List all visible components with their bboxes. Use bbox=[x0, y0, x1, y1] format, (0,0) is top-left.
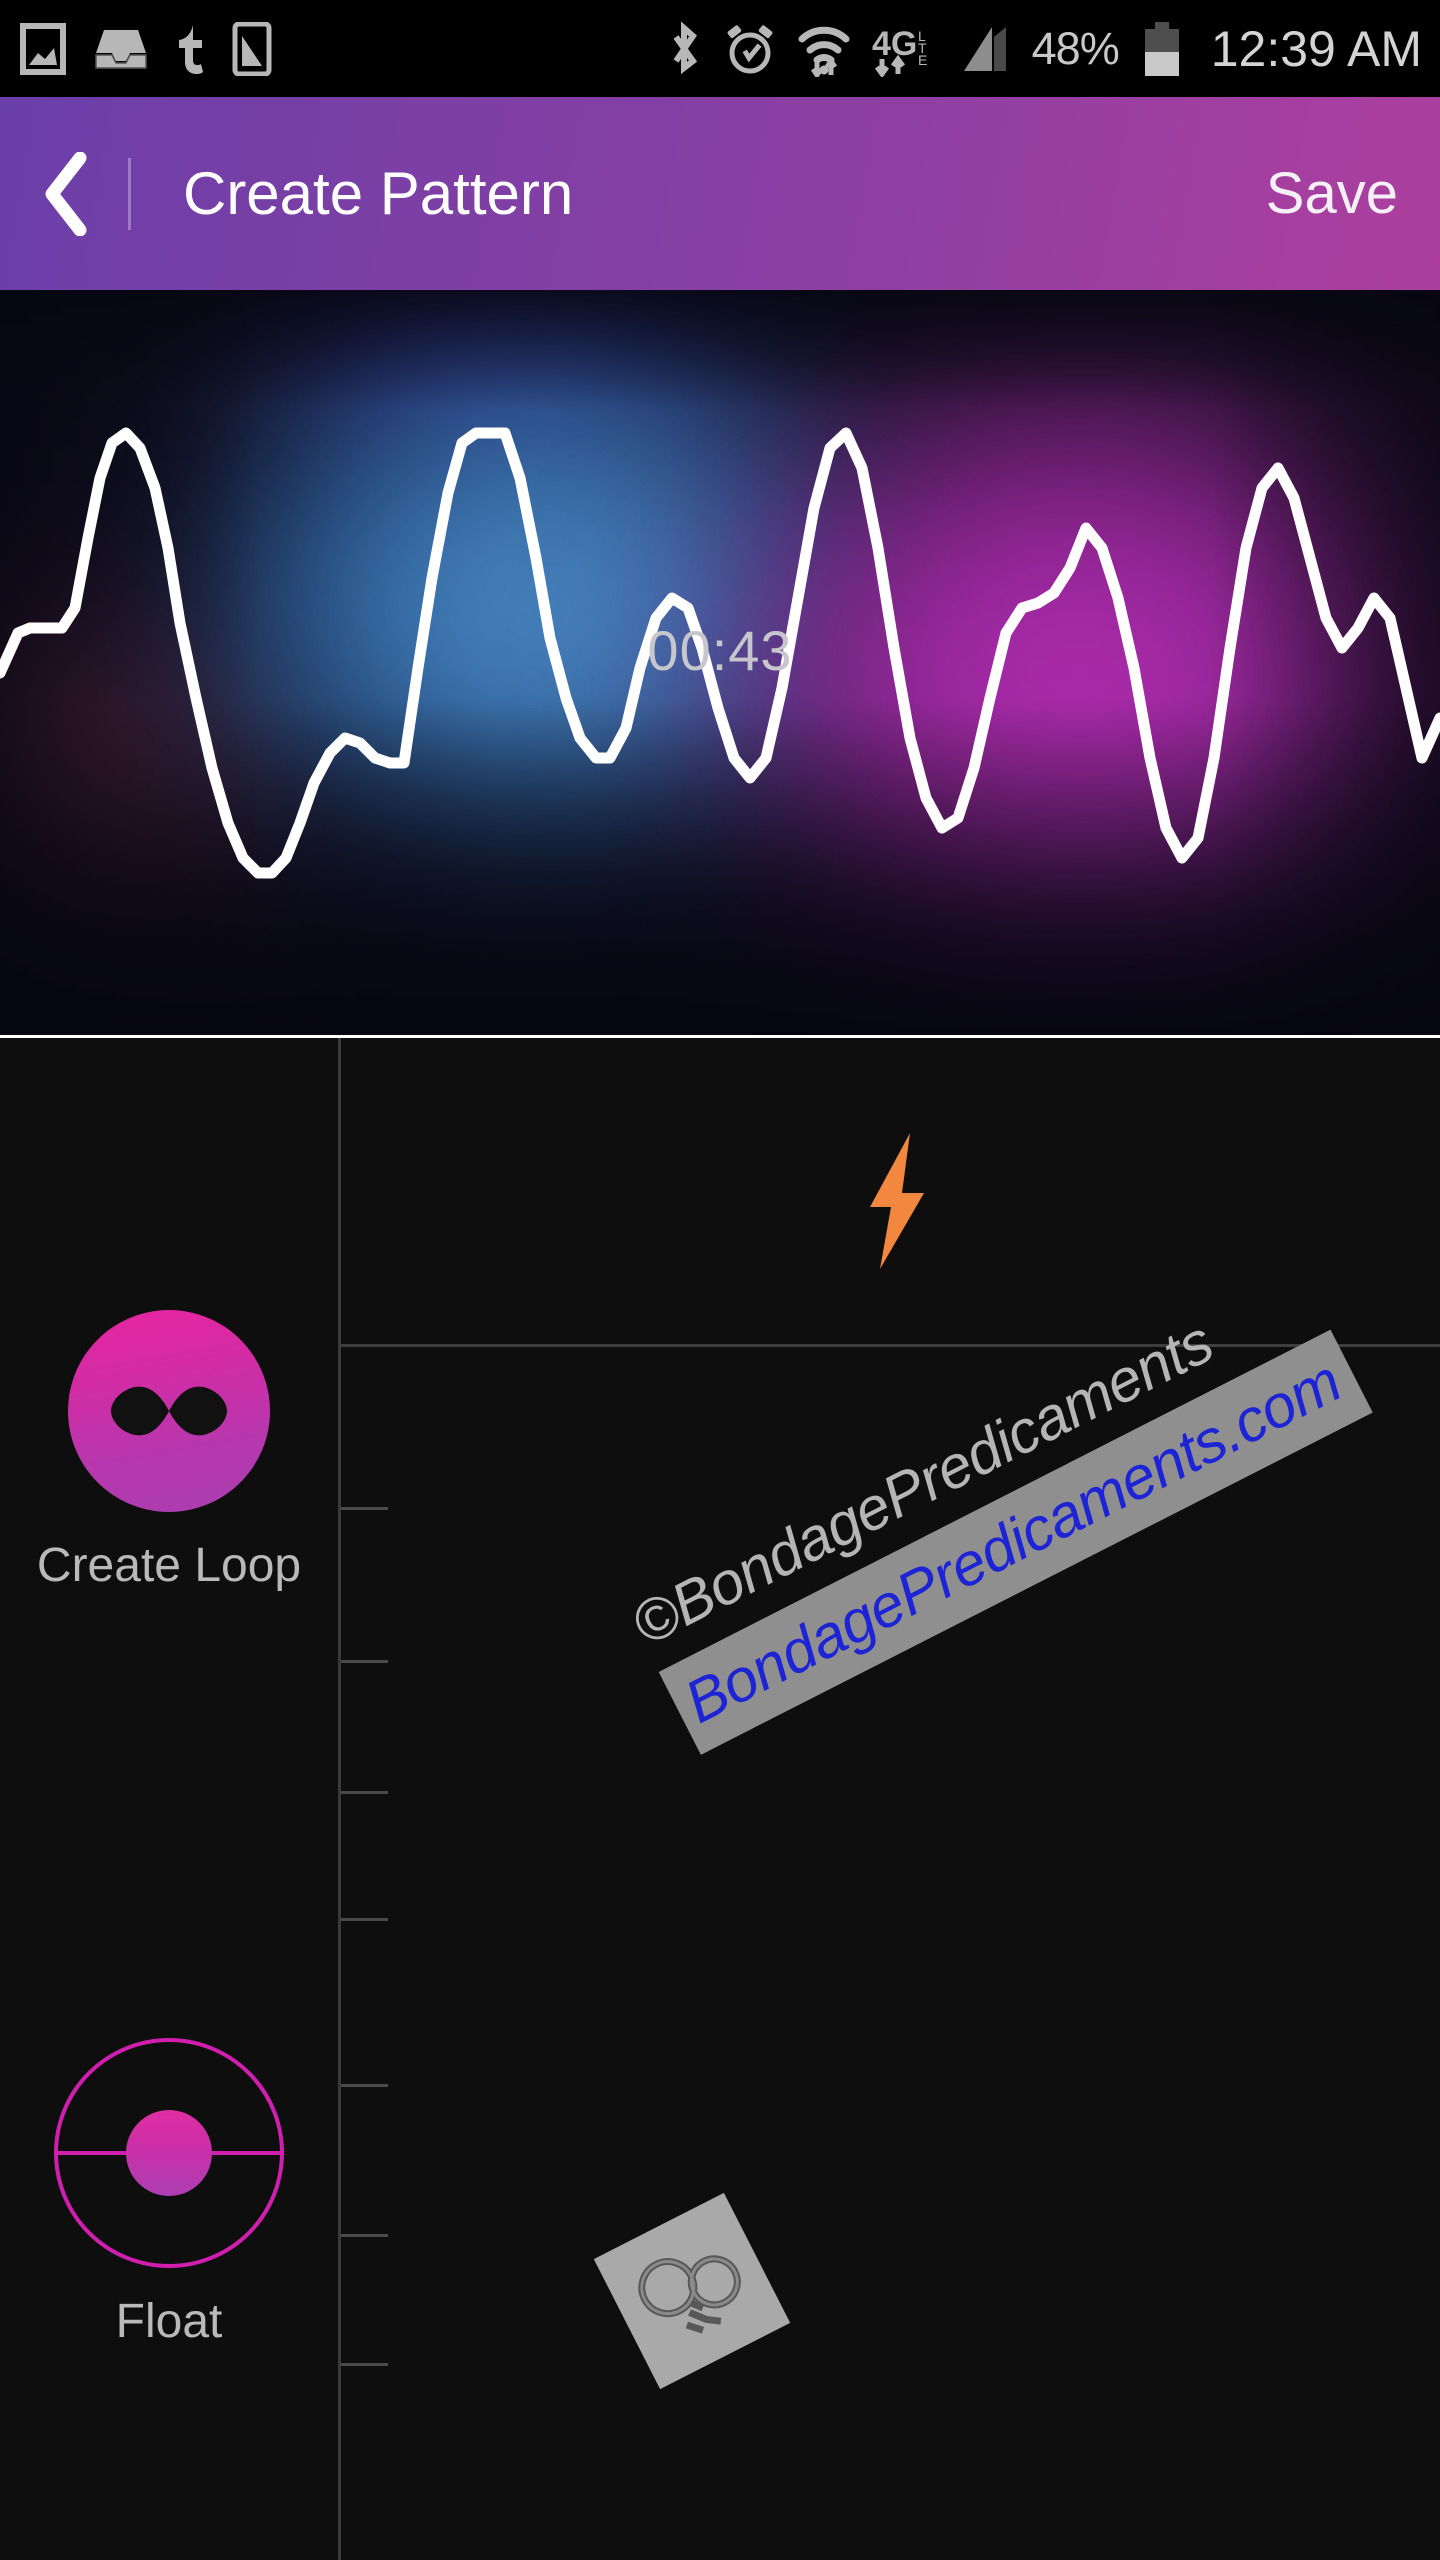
timeline-tick bbox=[341, 1918, 388, 1921]
status-bar-right-icons: 4G L T E 48% 12:39 AM bbox=[666, 20, 1422, 78]
tumblr-icon bbox=[179, 24, 203, 74]
float-tool[interactable]: Float bbox=[0, 2038, 338, 2349]
app-header: Create Pattern Save bbox=[0, 97, 1440, 290]
timeline-tick bbox=[341, 2084, 388, 2087]
waveform-panel[interactable]: 00:43 bbox=[0, 290, 1440, 1035]
chevron-left-icon bbox=[45, 151, 87, 236]
pattern-timeline[interactable]: ©BondagePredicaments BondagePredicaments… bbox=[341, 1038, 1440, 2560]
infinity-icon bbox=[111, 1386, 227, 1436]
editor-bottom-panel: Create Loop Float ©BondagePredicaments B… bbox=[0, 1035, 1440, 2560]
app-root: 4G L T E 48% 12:39 AM Create Pattern Sav… bbox=[0, 0, 1440, 2560]
timeline-tick bbox=[341, 1507, 388, 1510]
timeline-tick bbox=[341, 2363, 388, 2366]
timeline-tick bbox=[341, 1791, 388, 1794]
float-label: Float bbox=[115, 2295, 223, 2348]
wifi-icon bbox=[798, 26, 850, 77]
tool-column: Create Loop Float bbox=[0, 1038, 338, 2560]
status-bar: 4G L T E 48% 12:39 AM bbox=[0, 0, 1440, 97]
watermark-line-1: ©BondagePredicaments bbox=[621, 1307, 1224, 1659]
network-4glte-icon: 4G L T E bbox=[872, 25, 927, 77]
float-button-circle[interactable] bbox=[54, 2038, 284, 2268]
float-center-dot bbox=[126, 2110, 212, 2196]
back-button[interactable] bbox=[0, 97, 130, 290]
handcuffs-icon bbox=[638, 2255, 741, 2334]
timeline-tick bbox=[341, 1660, 388, 1663]
watermark-bar: BondagePredicaments.com bbox=[658, 1329, 1373, 1755]
svg-text:E: E bbox=[918, 52, 927, 68]
watermark-line-2: BondagePredicaments.com bbox=[674, 1346, 1352, 1737]
cell-signal-icon bbox=[963, 26, 1006, 71]
battery-percent: 48% bbox=[1031, 22, 1120, 74]
lightning-bolt-icon[interactable] bbox=[858, 1131, 936, 1271]
create-loop-tool[interactable]: Create Loop bbox=[0, 1310, 338, 1593]
header-divider bbox=[128, 157, 131, 230]
inbox-icon bbox=[95, 29, 147, 69]
page-title: Create Pattern bbox=[183, 160, 574, 227]
save-button[interactable]: Save bbox=[1266, 160, 1398, 227]
bluetooth-icon bbox=[673, 20, 697, 74]
watermark: ©BondagePredicaments BondagePredicaments… bbox=[621, 1256, 1373, 1755]
device-icon bbox=[232, 21, 272, 76]
timeline-tick bbox=[341, 2234, 388, 2237]
svg-text:4G: 4G bbox=[872, 25, 917, 63]
loop-button-circle[interactable] bbox=[68, 1310, 270, 1512]
timeline-row-separator bbox=[341, 1344, 1440, 1347]
status-bar-left-icons bbox=[20, 21, 272, 76]
gallery-icon bbox=[20, 22, 66, 75]
battery-icon bbox=[1144, 21, 1179, 76]
pattern-timer: 00:43 bbox=[647, 619, 793, 682]
create-loop-label: Create Loop bbox=[36, 1539, 302, 1592]
watermark-thumbnail bbox=[593, 2192, 791, 2390]
alarm-icon bbox=[727, 24, 773, 73]
status-clock: 12:39 AM bbox=[1210, 20, 1422, 77]
